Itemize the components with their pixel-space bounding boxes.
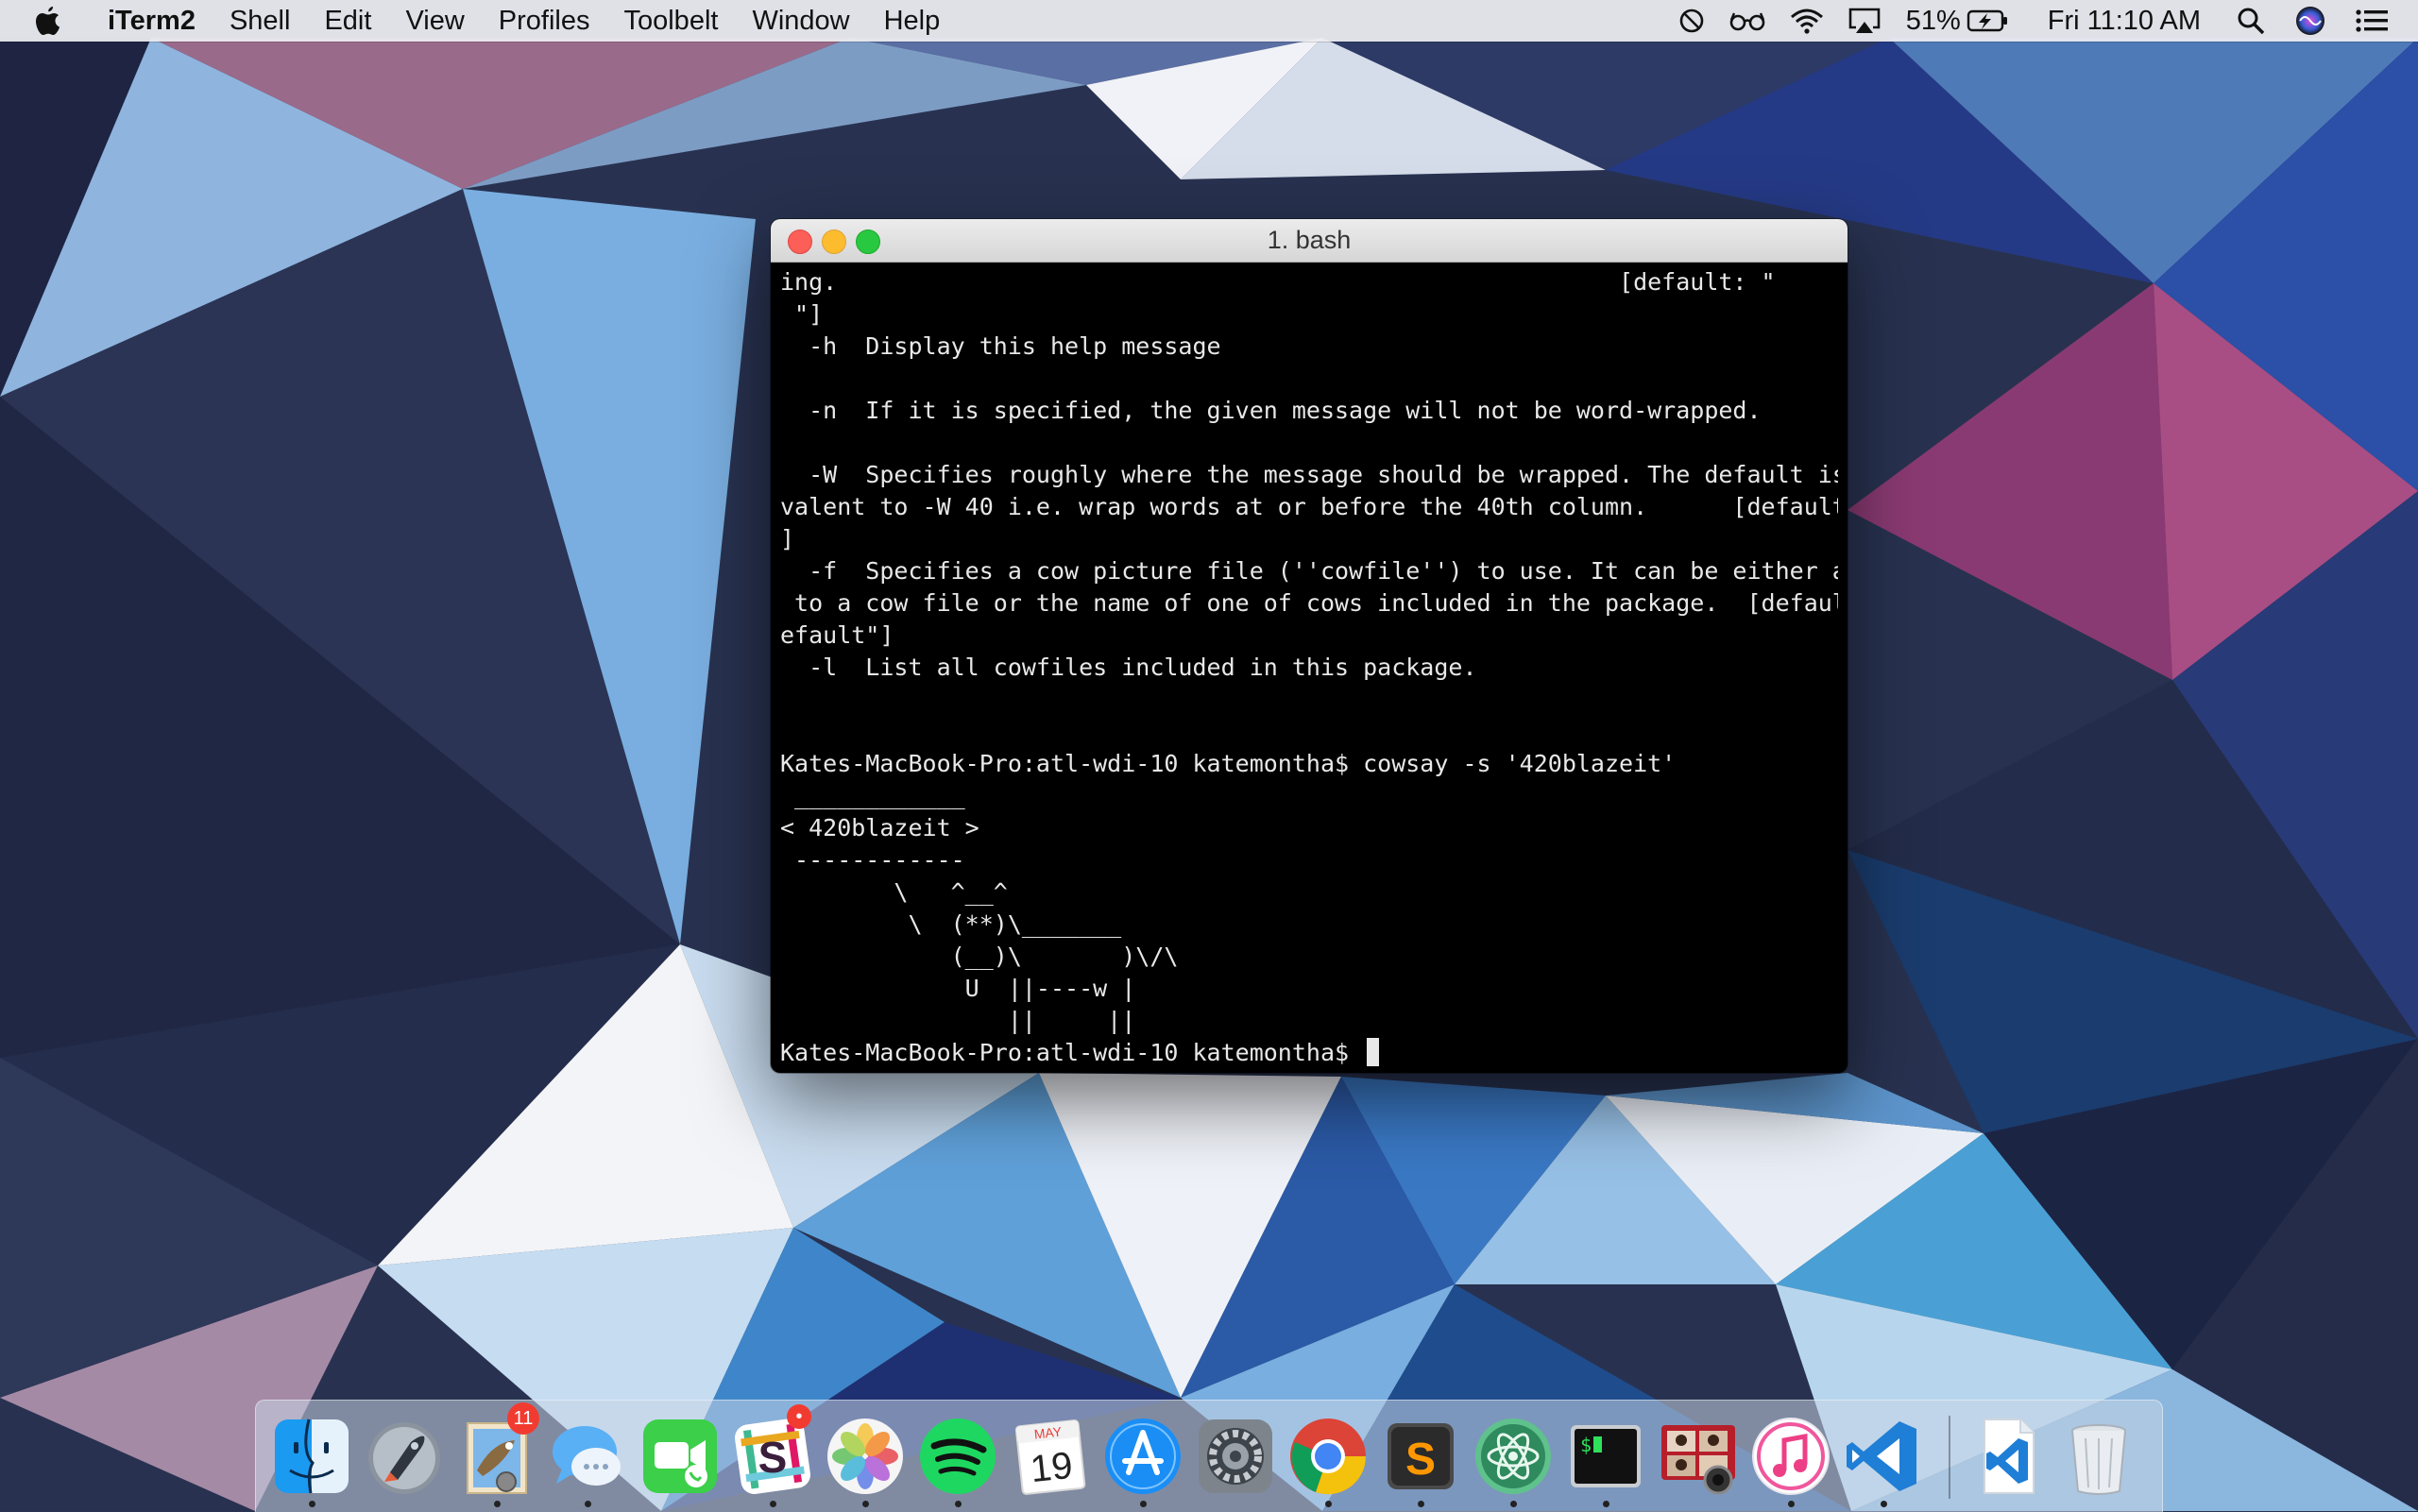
svg-text:$: $ bbox=[1580, 1434, 1592, 1456]
terminal-line: -n If it is specified, the given message… bbox=[780, 397, 1762, 424]
terminal-line: || || bbox=[780, 1007, 1136, 1034]
running-indicator bbox=[1603, 1501, 1609, 1507]
menu-edit[interactable]: Edit bbox=[307, 0, 388, 42]
iterm-icon[interactable]: $ bbox=[1563, 1414, 1648, 1499]
terminal-line: Kates-MacBook-Pro:atl-wdi-10 katemontha$… bbox=[780, 750, 1677, 777]
calendar-icon[interactable]: MAY 19 bbox=[1008, 1414, 1093, 1499]
menu-toolbelt[interactable]: Toolbelt bbox=[606, 0, 735, 42]
terminal-line: (__)\ )\/\ bbox=[780, 943, 1179, 970]
running-indicator bbox=[1881, 1501, 1887, 1507]
terminal-line: to a cow file or the name of one of cows… bbox=[780, 589, 1838, 617]
facetime-icon[interactable] bbox=[638, 1414, 723, 1499]
calendar-month: MAY bbox=[1033, 1424, 1063, 1442]
photos-icon[interactable] bbox=[823, 1414, 908, 1499]
terminal-line: efault"] bbox=[780, 621, 894, 649]
battery-percent[interactable]: 51% bbox=[1906, 6, 1961, 37]
finder-icon[interactable] bbox=[269, 1414, 354, 1499]
terminal-line: ____________ bbox=[780, 782, 965, 809]
notification-center-icon[interactable] bbox=[2356, 8, 2388, 33]
running-indicator bbox=[1788, 1501, 1795, 1507]
sublime-text-icon[interactable]: S bbox=[1378, 1414, 1463, 1499]
window-titlebar[interactable]: 1. bash bbox=[771, 219, 1848, 263]
running-indicator bbox=[309, 1501, 315, 1507]
menu-view[interactable]: View bbox=[388, 0, 481, 42]
apple-menu-icon[interactable] bbox=[34, 5, 72, 37]
vscode-document-icon[interactable] bbox=[1966, 1414, 2051, 1499]
menu-profiles[interactable]: Profiles bbox=[482, 0, 607, 42]
running-indicator bbox=[1510, 1501, 1517, 1507]
running-indicator bbox=[494, 1501, 501, 1507]
iterm-window[interactable]: 1. bash ing. [default: " "] -h Display t… bbox=[771, 219, 1848, 1073]
terminal-line: \ ^__^ bbox=[780, 878, 1008, 906]
menu-help[interactable]: Help bbox=[867, 0, 958, 42]
siri-icon[interactable] bbox=[2295, 6, 2325, 36]
menu-bar: iTerm2 Shell Edit View Profiles Toolbelt… bbox=[0, 0, 2418, 42]
battery-charging-icon[interactable] bbox=[1967, 8, 2010, 33]
slack-icon[interactable]: S • bbox=[730, 1404, 815, 1499]
chrome-icon[interactable] bbox=[1286, 1414, 1371, 1499]
terminal-prompt-line[interactable]: Kates-MacBook-Pro:atl-wdi-10 katemontha$ bbox=[780, 1037, 1838, 1069]
running-indicator bbox=[585, 1501, 591, 1507]
launchpad-icon[interactable] bbox=[362, 1414, 447, 1499]
dock-separator bbox=[1949, 1416, 1950, 1499]
slack-badge: • bbox=[787, 1404, 811, 1429]
svg-text:S: S bbox=[758, 1433, 788, 1482]
svg-text:S: S bbox=[1405, 1435, 1436, 1485]
do-not-disturb-icon[interactable] bbox=[1677, 7, 1706, 35]
running-indicator bbox=[862, 1501, 869, 1507]
terminal-line: -h Display this help message bbox=[780, 332, 1221, 360]
terminal-line: valent to -W 40 i.e. wrap words at or be… bbox=[780, 493, 1838, 520]
airplay-icon[interactable] bbox=[1848, 7, 1882, 35]
messages-icon[interactable] bbox=[545, 1414, 630, 1499]
menu-shell[interactable]: Shell bbox=[213, 0, 308, 42]
text-cursor bbox=[1367, 1038, 1380, 1066]
terminal-line: U ||----w | bbox=[780, 975, 1136, 1002]
system-preferences-icon[interactable] bbox=[1193, 1414, 1278, 1499]
terminal-line: -l List all cowfiles included in this pa… bbox=[780, 654, 1477, 681]
shell-prompt: Kates-MacBook-Pro:atl-wdi-10 katemontha$ bbox=[780, 1039, 1364, 1066]
running-indicator bbox=[770, 1501, 776, 1507]
app-menu-iterm2[interactable]: iTerm2 bbox=[104, 0, 213, 42]
terminal-line: ] bbox=[780, 525, 795, 552]
terminal-line: "] bbox=[780, 300, 824, 328]
terminal-output[interactable]: ing. [default: " "] -h Display this help… bbox=[780, 266, 1838, 1069]
glasses-icon[interactable] bbox=[1728, 8, 1766, 33]
terminal-line: \ (**)\_______ bbox=[780, 910, 1122, 938]
window-title: 1. bash bbox=[1267, 226, 1352, 254]
atom-icon[interactable] bbox=[1471, 1414, 1556, 1499]
terminal-line: -f Specifies a cow picture file (''cowfi… bbox=[780, 557, 1838, 585]
menu-window[interactable]: Window bbox=[735, 0, 866, 42]
menubar-clock[interactable]: Fri 11:10 AM bbox=[2048, 6, 2201, 37]
terminal-line: < 420blazeit > bbox=[780, 814, 979, 841]
app-store-icon[interactable] bbox=[1100, 1414, 1185, 1499]
calendar-day: 19 bbox=[1029, 1445, 1075, 1490]
running-indicator bbox=[1140, 1501, 1147, 1507]
trash-icon[interactable] bbox=[2056, 1414, 2141, 1499]
wifi-icon[interactable] bbox=[1789, 8, 1825, 34]
dock: 11 S • MAY 19 S $ bbox=[255, 1400, 2163, 1512]
photo-booth-icon[interactable] bbox=[1656, 1414, 1741, 1499]
mail-badge: 11 bbox=[507, 1402, 539, 1435]
spotlight-search-icon[interactable] bbox=[2237, 7, 2265, 35]
running-indicator bbox=[955, 1501, 962, 1507]
vscode-icon[interactable] bbox=[1841, 1414, 1926, 1499]
terminal-line: ing. [default: " bbox=[780, 268, 1790, 296]
terminal-line: -W Specifies roughly where the message s… bbox=[780, 461, 1838, 488]
terminal-line: ------------ bbox=[780, 846, 965, 874]
running-indicator bbox=[1325, 1501, 1332, 1507]
itunes-icon[interactable] bbox=[1748, 1414, 1833, 1499]
running-indicator bbox=[1418, 1501, 1424, 1507]
mail-app-icon[interactable]: 11 bbox=[454, 1402, 539, 1499]
spotify-icon[interactable] bbox=[915, 1414, 1000, 1499]
